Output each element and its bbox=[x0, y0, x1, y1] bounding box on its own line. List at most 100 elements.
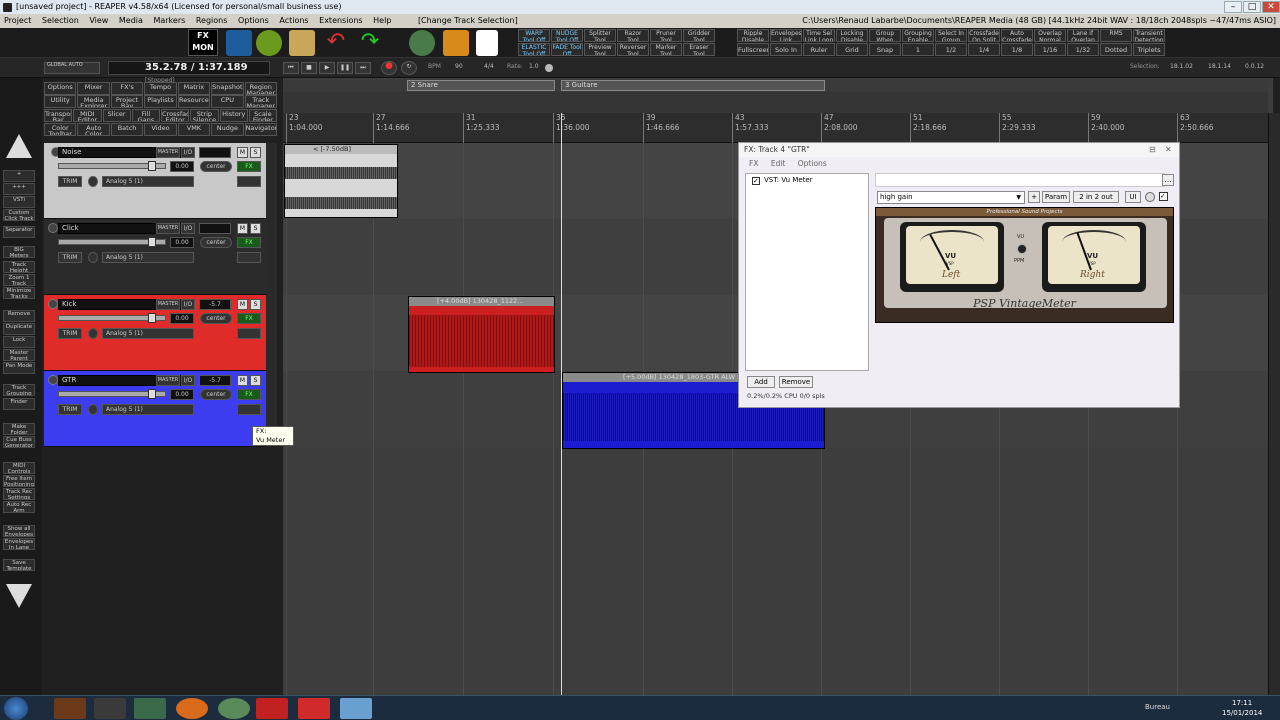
warp-tool-button[interactable]: WARP Tool Off bbox=[518, 29, 550, 42]
remove-fx-button[interactable]: Remove bbox=[779, 376, 813, 388]
minimize-button[interactable]: – bbox=[1224, 1, 1242, 13]
repeat-icon[interactable]: ↻ bbox=[401, 61, 417, 75]
undo-icon[interactable]: ↶ bbox=[323, 30, 349, 56]
eraser-tool-button[interactable]: Eraser Tool bbox=[683, 43, 715, 56]
io-button[interactable]: I/O bbox=[181, 375, 195, 386]
notes-icon[interactable] bbox=[476, 30, 498, 56]
left-panel-button[interactable]: + bbox=[3, 170, 35, 182]
taskbar-app-3-icon[interactable] bbox=[134, 698, 166, 719]
clock-time[interactable]: 17:11 bbox=[1232, 699, 1252, 707]
menu-media[interactable]: Media bbox=[115, 14, 147, 28]
fx-enable-checkbox[interactable]: ✓ bbox=[752, 177, 760, 185]
left-panel-button[interactable]: Track Rec Settings bbox=[3, 488, 35, 500]
rate-value[interactable]: 1.0 bbox=[529, 63, 539, 70]
scroll-up-arrow-icon[interactable] bbox=[6, 134, 32, 158]
record-icon[interactable]: ● bbox=[381, 61, 397, 75]
gear-icon[interactable] bbox=[256, 30, 282, 56]
action-grid-button[interactable]: Batch bbox=[110, 123, 144, 136]
fx-button[interactable]: FX bbox=[237, 237, 261, 248]
menu-options[interactable]: Options bbox=[234, 14, 273, 28]
action-grid-button[interactable]: History bbox=[219, 109, 248, 122]
region-snare[interactable]: 2 Snare bbox=[407, 80, 555, 91]
toolbar-grid-button[interactable]: Ruler Unit bbox=[803, 43, 835, 56]
toolbar-grid-button[interactable]: 1/4 bbox=[968, 43, 1000, 56]
phase-icon[interactable] bbox=[88, 176, 98, 187]
menu-markers[interactable]: Markers bbox=[149, 14, 189, 28]
fx-button[interactable]: FX bbox=[237, 161, 261, 172]
action-grid-button[interactable]: FX's bbox=[110, 82, 144, 95]
play-icon[interactable]: ▶ bbox=[319, 62, 335, 74]
bpm-value[interactable]: 90 bbox=[455, 63, 463, 70]
reverser-tool-button[interactable]: Reverser Tool bbox=[617, 43, 649, 56]
fx-header-button[interactable]: … bbox=[1162, 174, 1174, 186]
toolbar-toggle-button[interactable]: Locking Disable bbox=[836, 29, 868, 42]
left-panel-button[interactable]: Finder bbox=[3, 398, 35, 410]
action-grid-button[interactable]: Media Explorer bbox=[77, 95, 110, 108]
action-grid-button[interactable]: Playlists bbox=[144, 95, 177, 108]
toolbar-toggle-button[interactable]: RMS bbox=[1100, 29, 1132, 42]
trim-button[interactable]: TRIM bbox=[58, 252, 82, 263]
action-grid-button[interactable]: MIDI Editor bbox=[73, 109, 102, 122]
fx-list-item-vu-meter[interactable]: VST: Vu Meter bbox=[764, 176, 813, 184]
start-button-icon[interactable] bbox=[4, 697, 28, 720]
action-grid-button[interactable]: Resource bbox=[177, 95, 211, 108]
region-guitare[interactable]: 3 Guitare bbox=[561, 80, 825, 91]
toolbar-toggle-button[interactable]: Overlap Normal bbox=[1034, 29, 1066, 42]
toolbar-grid-button[interactable]: 1/32 bbox=[1067, 43, 1099, 56]
trim-button[interactable]: TRIM bbox=[58, 176, 82, 187]
firefox-icon[interactable] bbox=[176, 698, 208, 719]
mute-button[interactable]: M bbox=[237, 223, 248, 234]
io-button[interactable]: I/O bbox=[181, 299, 195, 310]
change-track-selection[interactable]: [Change Track Selection] bbox=[414, 14, 522, 28]
stop-icon[interactable]: ■ bbox=[301, 62, 317, 74]
toolbar-grid-button[interactable]: Solo In Front bbox=[770, 43, 802, 56]
record-arm-button[interactable] bbox=[48, 375, 58, 385]
action-grid-button[interactable]: Project Bay bbox=[110, 95, 144, 108]
master-send-button[interactable]: MASTER bbox=[156, 147, 180, 158]
phase-icon[interactable] bbox=[88, 404, 98, 415]
left-panel-button[interactable]: VSTi bbox=[3, 196, 35, 208]
volume-fader-knob[interactable] bbox=[148, 389, 156, 399]
toolbar-grid-button[interactable]: 1/16 bbox=[1034, 43, 1066, 56]
reaper-logo-icon[interactable] bbox=[409, 30, 435, 56]
splitter-tool-button[interactable]: Splitter Tool bbox=[584, 29, 616, 42]
folder-icon[interactable] bbox=[289, 30, 315, 56]
pan-control[interactable]: center bbox=[200, 389, 232, 400]
track-panel-click[interactable]: Click MASTER I/O M S 0.00 center FX TRIM Analog 5… bbox=[44, 219, 266, 295]
env-button[interactable] bbox=[237, 176, 261, 187]
toolbar-toggle-button[interactable]: Group When Rec bbox=[869, 29, 901, 42]
fx-button[interactable]: FX bbox=[237, 313, 261, 324]
io-button[interactable]: I/O bbox=[181, 223, 195, 234]
toolbar-toggle-button[interactable]: Transient Detection bbox=[1133, 29, 1165, 42]
action-grid-button[interactable]: Crossfade Editor bbox=[161, 109, 190, 122]
input-selector[interactable]: Analog 5 (1) bbox=[102, 176, 194, 187]
clock-date[interactable]: 15/01/2014 bbox=[1222, 709, 1262, 717]
left-panel-button[interactable]: Custom Click Track bbox=[3, 209, 35, 221]
master-send-button[interactable]: MASTER bbox=[156, 375, 180, 386]
action-grid-button[interactable]: CPU bbox=[211, 95, 244, 108]
pruner-tool-button[interactable]: Pruner Tool bbox=[650, 29, 682, 42]
left-panel-button[interactable]: Lock bbox=[3, 336, 35, 348]
preset-add-button[interactable]: + bbox=[1028, 191, 1040, 203]
tcp-scrollbar[interactable] bbox=[266, 143, 277, 446]
input-selector[interactable]: Analog 5 (1) bbox=[102, 404, 194, 415]
timeline-ruler[interactable]: 231:04.000 271:14.666 311:25.333 351:36.000… bbox=[283, 113, 1273, 143]
param-button[interactable]: Param bbox=[1042, 191, 1070, 203]
left-panel-button[interactable]: Separator bbox=[3, 226, 35, 238]
toolbar-toggle-button[interactable]: Auto Crossfade bbox=[1001, 29, 1033, 42]
menu-extensions[interactable]: Extensions bbox=[315, 14, 366, 28]
record-arm-button[interactable] bbox=[48, 299, 58, 309]
toolbar-toggle-button[interactable]: Envelopes Link Items bbox=[770, 29, 802, 42]
left-panel-button[interactable]: Save Template bbox=[3, 559, 35, 571]
action-grid-button[interactable]: Region Manager bbox=[244, 82, 277, 95]
volume-fader-knob[interactable] bbox=[148, 161, 156, 171]
go-end-icon[interactable]: ⏭ bbox=[355, 62, 371, 74]
left-panel-button[interactable]: Cue Buss Generator bbox=[3, 436, 35, 448]
pdf-icon[interactable] bbox=[256, 698, 288, 719]
taskbar-app-1-icon[interactable] bbox=[54, 698, 86, 719]
toolbar-grid-button[interactable]: 1 bbox=[902, 43, 934, 56]
elastic-tool-button[interactable]: ELASTIC Tool Off bbox=[518, 43, 550, 56]
record-arm-button[interactable] bbox=[48, 223, 58, 233]
left-panel-button[interactable]: Auto Rec Arm bbox=[3, 501, 35, 513]
plugin-icon[interactable] bbox=[443, 30, 469, 56]
